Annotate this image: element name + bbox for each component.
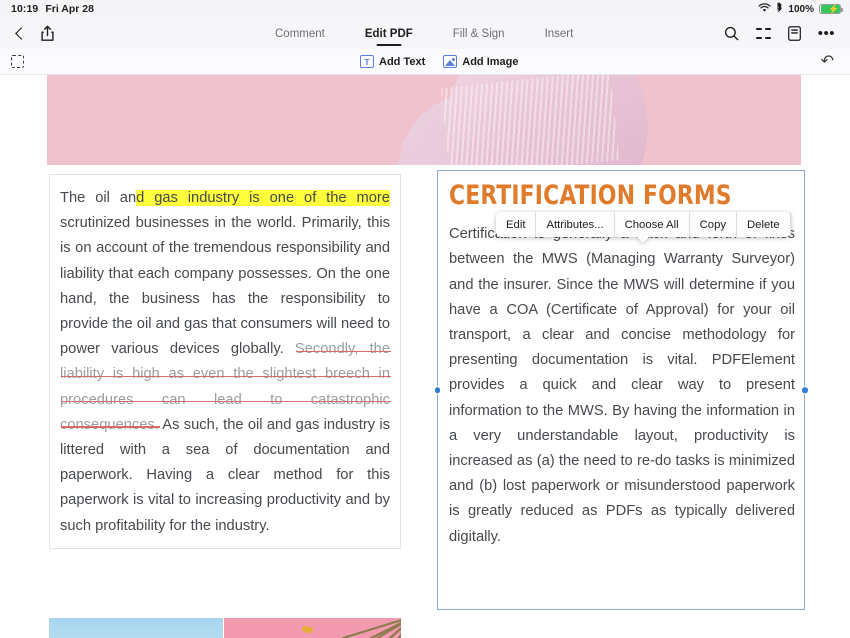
main-toolbar: Comment Edit PDF Fill & Sign Insert ••• bbox=[0, 18, 850, 49]
add-text-button[interactable]: T Add Text bbox=[360, 55, 425, 68]
bluetooth-icon bbox=[776, 2, 783, 16]
context-menu-edit[interactable]: Edit bbox=[496, 212, 537, 237]
highlight-b: one of the more bbox=[269, 190, 390, 206]
status-bar-left: 10:19 Fri Apr 28 bbox=[0, 3, 94, 15]
search-icon[interactable] bbox=[724, 26, 739, 41]
back-button[interactable] bbox=[14, 27, 28, 40]
tab-insert[interactable]: Insert bbox=[525, 18, 594, 49]
image-icon bbox=[443, 55, 458, 68]
palm-frond-shape bbox=[341, 619, 401, 638]
tab-edit-pdf[interactable]: Edit PDF bbox=[345, 18, 433, 49]
context-menu-choose-all[interactable]: Choose All bbox=[615, 212, 690, 237]
undo-icon[interactable]: ↶ bbox=[821, 53, 834, 69]
left-text-part1: The oil an bbox=[60, 190, 137, 206]
banner-image[interactable] bbox=[47, 75, 801, 165]
toolbar-right-group: ••• bbox=[724, 26, 850, 41]
battery-charging-icon: ⚡ bbox=[819, 3, 843, 15]
status-date: Fri Apr 28 bbox=[45, 3, 94, 15]
sky-clouds-photo[interactable] bbox=[49, 618, 223, 638]
toolbar-tabs: Comment Edit PDF Fill & Sign Insert bbox=[255, 18, 593, 49]
left-text-block[interactable]: The oil and gas industry is one of the m… bbox=[49, 174, 401, 549]
status-bar: 10:19 Fri Apr 28 100% ⚡ bbox=[0, 0, 850, 18]
more-horizontal-icon[interactable]: ••• bbox=[818, 26, 835, 41]
context-menu-copy[interactable]: Copy bbox=[690, 212, 737, 237]
highlight-a: d gas industry is bbox=[136, 190, 270, 206]
edit-tools-group: T Add Text Add Image bbox=[360, 55, 518, 68]
battery-percent-label: 100% bbox=[788, 3, 814, 15]
right-text-body: Certification is generally a back and fo… bbox=[449, 226, 795, 545]
add-image-label: Add Image bbox=[462, 55, 519, 68]
text-box-icon: T bbox=[360, 55, 374, 68]
context-menu: Edit Attributes... Choose All Copy Delet… bbox=[496, 212, 791, 243]
pdf-editor-screen: 10:19 Fri Apr 28 100% ⚡ Comment Edit PDF… bbox=[0, 0, 850, 638]
marquee-select-icon[interactable] bbox=[11, 55, 24, 68]
status-bar-right: 100% ⚡ bbox=[758, 2, 850, 16]
wifi-icon bbox=[758, 2, 771, 16]
grid-icon[interactable] bbox=[756, 26, 771, 41]
status-time: 10:19 bbox=[11, 3, 39, 15]
left-text-part2: scrutinized businesses in the world. Pri… bbox=[60, 215, 390, 358]
tab-fill-and-sign[interactable]: Fill & Sign bbox=[433, 18, 525, 49]
page-panel-icon[interactable] bbox=[787, 26, 801, 41]
context-menu-delete[interactable]: Delete bbox=[737, 212, 791, 237]
toolbar-left-group bbox=[0, 25, 55, 42]
add-image-button[interactable]: Add Image bbox=[443, 55, 518, 68]
add-text-label: Add Text bbox=[379, 55, 426, 68]
document-canvas[interactable]: The oil and gas industry is one of the m… bbox=[0, 75, 850, 638]
edit-sub-toolbar: T Add Text Add Image ↶ bbox=[0, 49, 850, 75]
certification-forms-heading: CERTIFICATION FORMS bbox=[449, 180, 732, 211]
pink-umbrella-palm-photo[interactable] bbox=[224, 618, 401, 638]
tab-comment[interactable]: Comment bbox=[255, 18, 345, 49]
left-text-part3: As such, the oil and gas industry is lit… bbox=[60, 416, 390, 534]
context-menu-attributes[interactable]: Attributes... bbox=[536, 212, 615, 237]
share-icon[interactable] bbox=[40, 25, 55, 42]
